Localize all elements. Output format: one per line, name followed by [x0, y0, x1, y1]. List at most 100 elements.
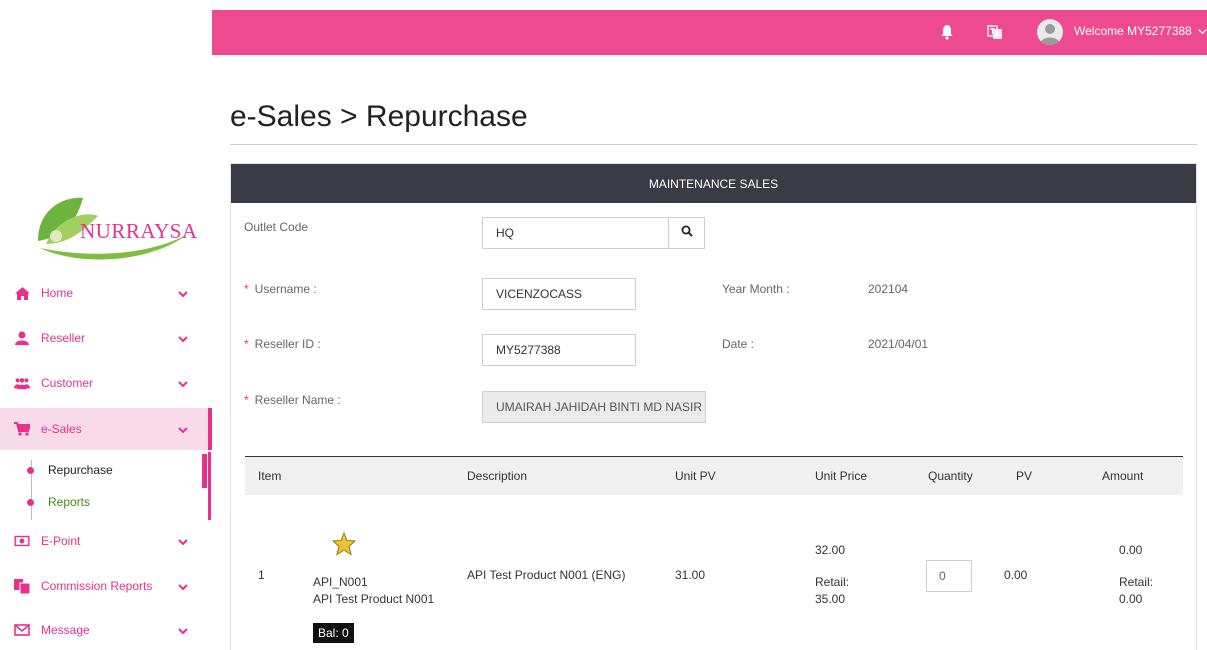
submenu-active-marker [202, 454, 207, 488]
sidebar-item-customer[interactable]: Customer [0, 362, 212, 404]
sidebar-item-home[interactable]: Home [0, 272, 212, 314]
date-label: Date : [722, 337, 755, 351]
outlet-code-label: Outlet Code [244, 220, 308, 234]
column-header: Unit Price [815, 469, 868, 483]
retail-label: Retail: [815, 575, 850, 589]
chevron-down-icon [1198, 25, 1207, 39]
column-header: Item [258, 469, 282, 483]
sidebar-item-label: Reseller [41, 331, 86, 345]
maintenance-sales-panel: MAINTENANCE SALES [230, 163, 1197, 650]
reseller-name-label: * Reseller Name : [244, 393, 341, 407]
row-amount: 0.00 [1119, 543, 1143, 557]
amount-retail: 0.00 [1119, 592, 1143, 606]
cart-icon [14, 422, 30, 436]
amount-retail-label: Retail: [1119, 575, 1154, 589]
input-value: MY5277388 [496, 343, 561, 357]
users-icon [14, 376, 30, 390]
money-icon [14, 534, 30, 548]
label-text: Reseller Name : [254, 393, 341, 407]
chevron-down-icon [178, 333, 188, 343]
language-icon[interactable] [987, 24, 1003, 40]
e-sales-submenu: Repurchase Reports [0, 452, 212, 520]
product-name: API Test Product N001 [313, 592, 435, 606]
user-icon [14, 331, 30, 345]
input-value: HQ [496, 226, 514, 240]
unit-price: 32.00 [815, 543, 846, 557]
column-header: Description [467, 469, 528, 483]
panel-header: MAINTENANCE SALES [231, 164, 1196, 203]
sidebar-item-label: Home [41, 286, 74, 300]
home-icon [14, 286, 30, 300]
balance-text: Bal: 0 [318, 626, 349, 640]
bullet-icon [27, 466, 34, 474]
table-header: Item Description Unit PV Unit Price Quan… [245, 456, 1183, 495]
chevron-down-icon [178, 378, 188, 388]
label-text: Outlet Code [244, 220, 309, 234]
reseller-name-input: UMAIRAH JAHIDAH BINTI MD NASIR [482, 391, 706, 423]
chevron-down-icon [178, 625, 188, 635]
balance-badge: Bal: 0 [313, 623, 354, 643]
submenu-item-repurchase[interactable]: Repurchase [26, 460, 113, 480]
bell-icon[interactable] [939, 24, 955, 40]
sidebar-item-label: Commission Reports [41, 579, 153, 593]
input-value: 0 [939, 569, 946, 583]
username-input[interactable]: VICENZOCASS [482, 278, 636, 310]
label-text: Username : [254, 282, 317, 296]
column-header: Quantity [928, 469, 973, 483]
retail-price: 35.00 [815, 592, 846, 606]
page-title: e-Sales > Repurchase [230, 100, 528, 133]
input-value: VICENZOCASS [496, 287, 583, 301]
sidebar-item-reseller[interactable]: Reseller [0, 317, 212, 359]
sidebar-item-message[interactable]: Message [0, 609, 212, 650]
page: NURRAYSA Home Reseller Customer e-Sales … [0, 0, 1207, 650]
column-header: Amount [1102, 469, 1144, 483]
chevron-down-icon [178, 581, 188, 591]
year-month-label: Year Month : [722, 282, 790, 296]
column-header: Unit PV [675, 469, 716, 483]
envelope-icon [14, 623, 30, 637]
outlet-search-button[interactable] [668, 217, 705, 249]
welcome-text: Welcome MY5277388 [1074, 24, 1192, 38]
product-description: API Test Product N001 (ENG) [467, 568, 626, 582]
submenu-item-label: Reports [48, 495, 91, 509]
year-month-value: 202104 [868, 282, 909, 296]
user-menu[interactable]: Welcome MY5277388 [1074, 24, 1207, 39]
sidebar-item-label: e-Sales [41, 422, 82, 436]
column-header: PV [1016, 469, 1033, 483]
bullet-icon [27, 498, 34, 506]
item-number: 1 [258, 568, 265, 582]
product-code: API_N001 [313, 575, 368, 589]
reseller-id-input[interactable]: MY5277388 [482, 334, 636, 366]
outlet-code-input[interactable]: HQ [482, 217, 669, 249]
date-value: 2021/04/01 [868, 337, 929, 351]
title-divider [230, 144, 1197, 145]
sidebar: NURRAYSA Home Reseller Customer e-Sales … [0, 0, 212, 650]
search-icon [681, 224, 693, 242]
required-mark: * [244, 282, 249, 296]
unit-pv: 31.00 [675, 568, 706, 582]
sidebar-item-label: E-Point [41, 534, 81, 548]
star-icon [331, 531, 357, 556]
sidebar-item-e-sales[interactable]: e-Sales [0, 408, 212, 450]
chevron-down-icon [178, 288, 188, 298]
quantity-input[interactable]: 0 [926, 560, 972, 592]
sidebar-item-commission-reports[interactable]: Commission Reports [0, 565, 212, 607]
sidebar-item-e-point[interactable]: E-Point [0, 520, 212, 562]
nurraysa-logo[interactable]: NURRAYSA [28, 186, 197, 266]
sidebar-item-label: Customer [41, 376, 94, 390]
row-pv: 0.00 [1004, 568, 1028, 582]
avatar[interactable] [1037, 19, 1063, 45]
sidebar-item-label: Message [41, 623, 90, 637]
reseller-id-label: * Reseller ID : [244, 337, 321, 351]
top-bar: Welcome MY5277388 [212, 10, 1207, 55]
required-mark: * [244, 337, 249, 351]
label-text: Reseller ID : [254, 337, 321, 351]
submenu-item-label: Repurchase [48, 463, 113, 477]
logo-text: NURRAYSA [80, 219, 198, 243]
files-icon [14, 578, 30, 594]
chevron-down-icon [178, 536, 188, 546]
input-value: UMAIRAH JAHIDAH BINTI MD NASIR [496, 400, 703, 414]
panel-title: MAINTENANCE SALES [648, 176, 779, 191]
submenu-item-reports[interactable]: Reports [26, 492, 90, 512]
required-mark: * [244, 393, 249, 407]
